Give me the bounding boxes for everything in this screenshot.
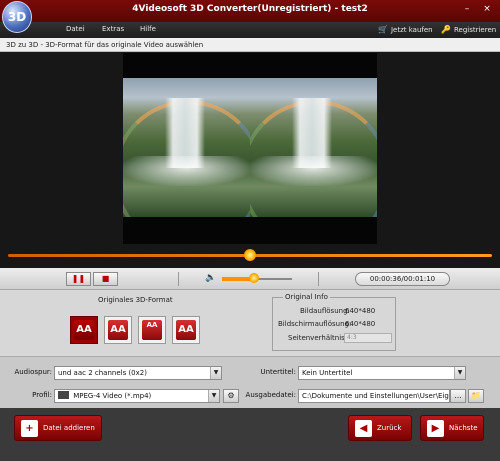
back-button[interactable]: ◀ Zurück [348, 415, 412, 441]
stop-button[interactable]: ■ [93, 272, 118, 286]
side-by-side-icon: AA [74, 320, 94, 340]
side-by-side-half-icon: AA [108, 320, 128, 340]
volume-handle[interactable] [248, 273, 259, 283]
speaker-icon[interactable]: 🔈 [205, 273, 216, 283]
next-button[interactable]: ▶ Nächste [420, 415, 484, 441]
open-folder-button[interactable]: 📁 [468, 389, 484, 403]
close-button[interactable]: × [482, 4, 492, 14]
original-info-legend: Original Info [283, 293, 330, 301]
menu-extras[interactable]: Extras [102, 25, 124, 33]
profile-label: Profil: [32, 391, 52, 399]
time-display: 00:00:36/00:01:10 [355, 272, 450, 286]
video-frame-left [123, 78, 250, 217]
aspect-ratio-value: 4:3 [347, 334, 357, 341]
divider [178, 272, 179, 286]
add-file-label: Datei addieren [43, 424, 95, 432]
output-path-field[interactable]: C:\Dokumente und Einstellungen\User\Eige… [298, 389, 450, 403]
add-file-button[interactable]: + Datei addieren [14, 415, 102, 441]
pause-button[interactable]: ❚❚ [66, 272, 91, 286]
profile-value: MPEG-4 Video (*.mp4) [73, 392, 152, 400]
folder-icon: 📁 [471, 391, 481, 400]
arrow-left-icon: ◀ [355, 419, 372, 437]
screen-resolution-label: Bildschirmauflösung: [278, 320, 352, 328]
playback-controls: ❚❚ ■ 🔈 00:00:36/00:01:10 [0, 268, 500, 290]
subtitle-select[interactable]: Kein Untertitel ▼ [298, 366, 466, 380]
register-label: Registrieren [453, 25, 497, 34]
video-frame-right [250, 78, 377, 217]
menu-hilfe[interactable]: Hilfe [140, 25, 156, 33]
minimize-button[interactable]: – [462, 4, 472, 14]
instruction-text: 3D zu 3D - 3D-Format für das originale V… [0, 38, 500, 52]
resolution-value: 640*480 [345, 307, 376, 315]
key-icon: 🔑 [441, 25, 451, 34]
title-bar: 4Videosoft 3D Converter(Unregistriert) -… [0, 0, 500, 22]
register-link[interactable]: 🔑 Registrieren [441, 25, 496, 34]
screen-resolution-value: 640*480 [345, 320, 376, 328]
audio-track-select[interactable]: und aac 2 channels (0x2) ▼ [54, 366, 222, 380]
menu-datei[interactable]: Datei [66, 25, 85, 33]
app-logo: 3D [2, 1, 32, 33]
pause-icon: ❚❚ [71, 274, 86, 283]
chevron-down-icon: ▼ [210, 367, 221, 379]
divider [318, 272, 319, 286]
buy-link[interactable]: 🛒 Jetzt kaufen [378, 25, 433, 34]
top-bottom-half-icon: AA [176, 320, 196, 340]
preview-area [0, 52, 500, 268]
next-label: Nächste [449, 424, 478, 432]
arrow-right-icon: ▶ [427, 419, 444, 437]
app-window: 4Videosoft 3D Converter(Unregistriert) -… [0, 0, 500, 461]
add-file-icon: + [21, 419, 38, 437]
aspect-ratio-select: 4:3 [344, 333, 392, 343]
chevron-down-icon: ▼ [454, 367, 465, 379]
subtitle-label: Untertitel: [260, 368, 296, 376]
chevron-down-icon: ▼ [208, 390, 219, 402]
format-top-bottom-button[interactable]: AA [138, 316, 166, 344]
output-path-value: C:\Dokumente und Einstellungen\User\Eige… [302, 392, 449, 400]
aspect-ratio-label: Seitenverhältnis: [288, 334, 348, 342]
audio-track-value: und aac 2 channels (0x2) [58, 369, 147, 377]
buy-label: Jetzt kaufen [390, 25, 433, 34]
seek-handle[interactable] [244, 249, 256, 261]
mist-shape [250, 156, 377, 186]
format-label: Originales 3D-Format [98, 296, 173, 304]
subtitle-value: Kein Untertitel [302, 369, 353, 377]
stop-icon: ■ [101, 274, 110, 283]
top-bottom-icon: AA [142, 320, 162, 340]
back-label: Zurück [377, 424, 402, 432]
format-side-by-side-half-button[interactable]: AA [104, 316, 132, 344]
menu-bar: Datei Extras Hilfe 🛒 Jetzt kaufen 🔑 Regi… [0, 22, 500, 38]
video-preview [123, 53, 377, 244]
audio-label: Audiospur: [14, 368, 52, 376]
window-title: 4Videosoft 3D Converter(Unregistriert) -… [132, 4, 368, 14]
resolution-label: Bildauflösung: [300, 307, 350, 315]
cart-icon: 🛒 [378, 25, 388, 34]
format-top-bottom-half-button[interactable]: AA [172, 316, 200, 344]
output-label: Ausgabedatei: [245, 391, 296, 399]
mp4-icon [58, 391, 69, 399]
mist-shape [123, 156, 250, 186]
format-side-by-side-button[interactable]: AA [70, 316, 98, 344]
profile-select[interactable]: MPEG-4 Video (*.mp4) ▼ [54, 389, 220, 403]
browse-button[interactable]: ... [450, 389, 466, 403]
